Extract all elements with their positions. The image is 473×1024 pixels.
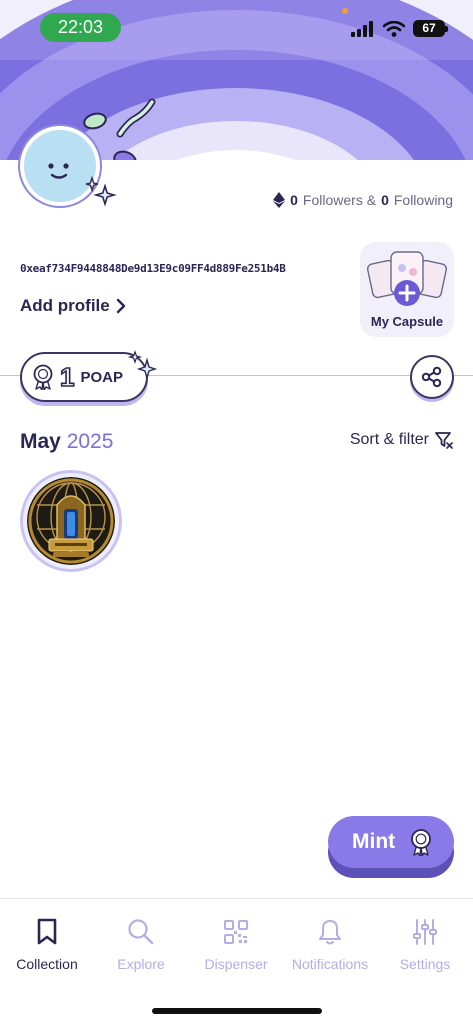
status-bar: 22:03 67	[0, 0, 473, 56]
battery-icon: 67	[413, 20, 448, 37]
cellular-signal-icon	[351, 20, 373, 37]
bookmark-icon	[37, 918, 57, 945]
search-icon	[128, 919, 154, 945]
mint-button-face: Mint	[328, 816, 454, 868]
bottom-tab-bar: Collection Explore Dispenser Notificatio…	[0, 898, 473, 1024]
month-label: May	[20, 430, 61, 453]
wallet-address[interactable]: 0xeaf734F9448848De9d13E9c09FF4d889Fe251b…	[20, 262, 286, 275]
sparkle-icon	[128, 350, 158, 381]
filter-icon	[435, 432, 453, 449]
bell-icon	[319, 920, 341, 945]
following-count: 0	[381, 192, 389, 208]
badge-icon	[411, 829, 432, 856]
poap-label: POAP	[80, 368, 123, 386]
my-capsule-button[interactable]: My Capsule	[360, 242, 454, 337]
share-button[interactable]	[410, 355, 454, 399]
chevron-right-icon	[116, 298, 125, 314]
year-label: 2025	[66, 430, 114, 453]
tab-dispenser[interactable]: Dispenser	[189, 917, 283, 972]
tab-dispenser-label: Dispenser	[204, 956, 268, 972]
tab-collection-label: Collection	[16, 956, 78, 972]
sort-filter-label: Sort & filter	[349, 431, 429, 448]
capsule-cards-icon	[366, 251, 448, 306]
tab-explore-label: Explore	[117, 956, 165, 972]
privacy-indicator	[342, 8, 348, 14]
following-label: Following	[393, 192, 453, 208]
tab-notifications-label: Notifications	[291, 956, 369, 972]
tab-settings[interactable]: Settings	[378, 917, 472, 972]
status-time: 22:03	[40, 13, 121, 42]
tab-settings-label: Settings	[399, 956, 451, 972]
add-profile-link[interactable]: Add profile	[20, 296, 126, 316]
followers-label: Followers &	[302, 192, 377, 208]
mint-label: Mint	[352, 830, 396, 853]
badge-icon	[33, 364, 53, 390]
followers-following-row[interactable]: 0 Followers & 0 Following	[273, 192, 453, 208]
qr-code-icon	[224, 920, 248, 944]
poap-token-artwork	[27, 477, 115, 565]
status-icons: 67	[351, 20, 448, 37]
mint-button[interactable]: Mint	[328, 816, 454, 878]
poap-token[interactable]	[20, 470, 122, 572]
wifi-icon	[383, 20, 405, 37]
share-icon	[421, 366, 442, 388]
tab-collection[interactable]: Collection	[0, 917, 94, 972]
sort-filter-button[interactable]: Sort & filter	[350, 431, 453, 449]
month-heading: May 2025	[20, 430, 113, 454]
tab-explore[interactable]: Explore	[94, 917, 188, 972]
home-indicator	[152, 1008, 322, 1014]
my-capsule-label: My Capsule	[370, 314, 444, 329]
poap-count: 1	[59, 361, 75, 393]
sparkle-icon	[85, 176, 117, 207]
sliders-icon	[413, 919, 437, 945]
add-profile-label: Add profile	[20, 296, 110, 315]
followers-count: 0	[290, 192, 298, 208]
ethereum-icon	[273, 192, 286, 208]
tab-notifications[interactable]: Notifications	[283, 917, 377, 972]
